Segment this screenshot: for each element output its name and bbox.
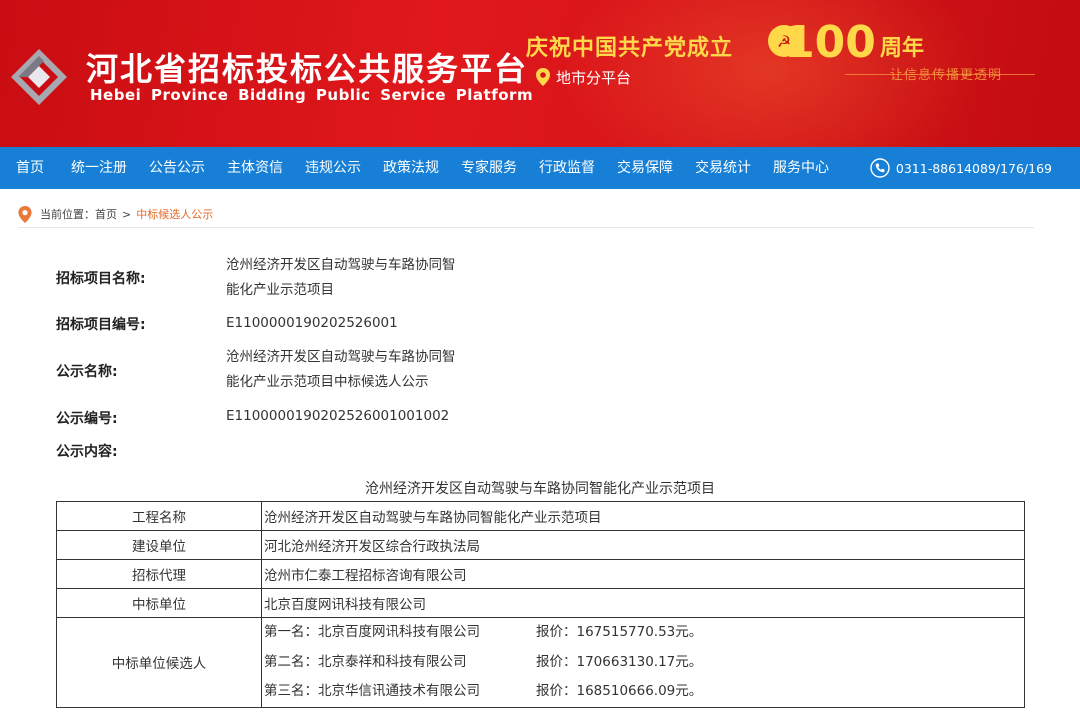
agent-value-cell: 沧州市仁泰工程招标咨询有限公司 — [261, 559, 1025, 589]
candidate-item: 第一名：北京百度网讯科技有限公司 报价：167515770.53元。 — [264, 618, 1024, 648]
table-row: 建设单位 河北沧州经济开发区综合行政执法局 — [56, 530, 1025, 560]
table-row: 招标代理 沧州市仁泰工程招标咨询有限公司 — [56, 559, 1025, 589]
nav-item-experts[interactable]: 专家服务 — [450, 147, 528, 189]
centenary-number: 100 — [784, 17, 876, 68]
anniversary-suffix: 周年 — [880, 36, 925, 61]
nav-item-service-center[interactable]: 服务中心 — [762, 147, 840, 189]
platform-logo-icon[interactable] — [8, 46, 70, 108]
sub-platform-label[interactable]: 地市分平台 — [556, 67, 631, 88]
candidate-item: 第三名：北京华信讯通技术有限公司 报价：168510666.09元。 — [264, 677, 1024, 707]
owner-label-cell: 建设单位 — [56, 530, 262, 560]
site-title-cn[interactable]: 河北省招标投标公共服务平台 — [86, 44, 528, 90]
notice-document-title: 沧州经济开发区自动驾驶与车路协同智能化产业示范项目 — [365, 481, 715, 497]
centenary-100-emblem: ☭ 100 — [768, 17, 876, 68]
candidate-item: 第二名：北京泰祥和科技有限公司 报价：170663130.17元。 — [264, 648, 1024, 678]
candidate-name: 第一名：北京百度网讯科技有限公司 — [264, 624, 480, 640]
notice-name-line2: 能化产业示范项目中标候选人公示 — [226, 374, 429, 390]
notice-name-value: 沧州经济开发区自动驾驶与车路协同智 能化产业示范项目中标候选人公示 — [226, 345, 486, 395]
site-title-en[interactable]: Hebei Province Bidding Public Service Pl… — [90, 86, 533, 104]
notice-code-label: 公示编号: — [56, 411, 118, 427]
nav-item-home[interactable]: 首页 — [0, 147, 60, 189]
candidate-price: 报价：168510666.09元。 — [536, 683, 703, 699]
breadcrumb-prefix: 当前位置： — [40, 208, 95, 221]
agent-label-cell: 招标代理 — [56, 559, 262, 589]
hotline-number: 0311-88614089/176/169 — [895, 160, 1052, 176]
project-code-label: 招标项目编号: — [56, 317, 146, 333]
header-banner: 河北省招标投标公共服务平台 Hebei Province Bidding Pub… — [0, 0, 1080, 147]
notice-code-value: E1100000190202526001001002 — [226, 408, 450, 424]
notice-content-label: 公示内容: — [56, 444, 118, 460]
table-row: 工程名称 沧州经济开发区自动驾驶与车路协同智能化产业示范项目 — [56, 501, 1025, 531]
candidate-name: 第二名：北京泰祥和科技有限公司 — [264, 653, 467, 670]
project-name-value: 沧州经济开发区自动驾驶与车路协同智 能化产业示范项目 — [226, 253, 486, 303]
notice-name-line1: 沧州经济开发区自动驾驶与车路协同智 — [226, 349, 456, 365]
nav-item-statistics[interactable]: 交易统计 — [684, 147, 762, 189]
main-nav: 首页 统一注册 公告公示 主体资信 违规公示 政策法规 专家服务 行政监督 交易… — [0, 147, 1080, 189]
project-name-line1: 沧州经济开发区自动驾驶与车路协同智 — [226, 257, 456, 273]
breadcrumb-home[interactable]: 首页 — [95, 206, 117, 222]
nav-item-guarantee[interactable]: 交易保障 — [606, 147, 684, 189]
project-label-cell: 工程名称 — [56, 501, 262, 531]
slogan-text: 让信息传播更透明 — [890, 68, 1003, 83]
project-value-cell: 沧州经济开发区自动驾驶与车路协同智能化产业示范项目 — [261, 501, 1025, 531]
breadcrumb: 当前位置： 首页 > 中标候选人公示 — [18, 201, 1034, 228]
winner-value-cell: 北京百度网讯科技有限公司 — [261, 588, 1025, 618]
table-row: 中标单位候选人 第一名：北京百度网讯科技有限公司 报价：167515770.53元… — [56, 617, 1025, 708]
candidates-value-cell: 第一名：北京百度网讯科技有限公司 报价：167515770.53元。 第二名：北京… — [261, 617, 1025, 708]
project-name-label: 招标项目名称: — [56, 271, 146, 287]
location-pin-icon — [536, 68, 550, 86]
hotline: 0311-88614089/176/169 — [870, 158, 1052, 178]
breadcrumb-current[interactable]: 中标候选人公示 — [136, 206, 213, 222]
celebrate-text: 庆祝中国共产党成立 — [526, 36, 734, 61]
candidates-label-cell: 中标单位候选人 — [56, 617, 262, 708]
sub-platform-link[interactable]: 地市分平台 — [536, 66, 631, 88]
nav-item-register[interactable]: 统一注册 — [60, 147, 138, 189]
project-code-value: E1100000190202526001 — [226, 315, 398, 331]
nav-item-violations[interactable]: 违规公示 — [294, 147, 372, 189]
notice-table: 工程名称 沧州经济开发区自动驾驶与车路协同智能化产业示范项目 建设单位 河北沧州… — [56, 501, 1025, 708]
candidate-name: 第三名：北京华信讯通技术有限公司 — [264, 683, 480, 699]
breadcrumb-separator: > — [122, 207, 132, 221]
candidate-price: 报价：170663130.17元。 — [536, 653, 703, 670]
phone-icon — [870, 158, 890, 178]
table-row: 中标单位 北京百度网讯科技有限公司 — [56, 588, 1025, 618]
winner-label-cell: 中标单位 — [56, 588, 262, 618]
project-name-line2: 能化产业示范项目 — [226, 282, 334, 298]
location-pin-icon — [18, 205, 32, 223]
nav-item-supervision[interactable]: 行政监督 — [528, 147, 606, 189]
notice-name-label: 公示名称: — [56, 364, 118, 380]
owner-value-cell: 河北沧州经济开发区综合行政执法局 — [261, 530, 1025, 560]
candidate-price: 报价：167515770.53元。 — [536, 624, 703, 640]
nav-item-credit[interactable]: 主体资信 — [216, 147, 294, 189]
nav-item-policies[interactable]: 政策法规 — [372, 147, 450, 189]
nav-item-announcements[interactable]: 公告公示 — [138, 147, 216, 189]
